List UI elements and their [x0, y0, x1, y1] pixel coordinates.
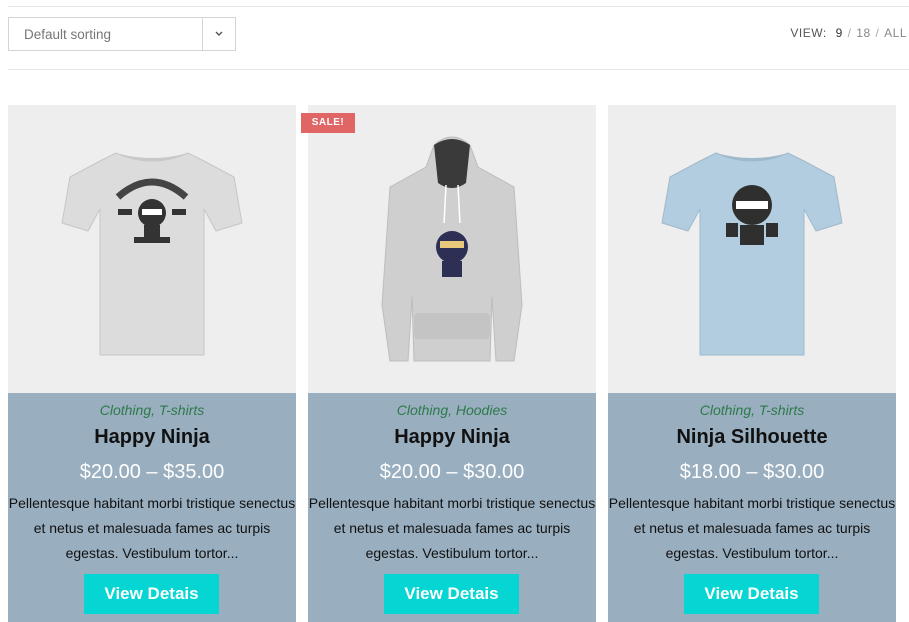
- view-count-selector: VIEW: 9 / 18 / ALL: [790, 26, 907, 40]
- product-description: Pellentesque habitant morbi tristique se…: [8, 495, 296, 561]
- product-price: $20.00 – $30.00: [379, 461, 525, 483]
- toolbar-divider: [8, 69, 909, 70]
- product-price: $20.00 – $35.00: [79, 461, 225, 483]
- blue-tshirt-icon: [661, 152, 843, 356]
- product-categories[interactable]: Clothing, Hoodies: [308, 403, 596, 417]
- product-categories[interactable]: Clothing, T-shirts: [608, 403, 896, 417]
- top-divider: [8, 6, 909, 7]
- product-card: Clothing, T-shirts Ninja Silhouette $18.…: [608, 105, 896, 622]
- product-categories[interactable]: Clothing, T-shirts: [8, 403, 296, 417]
- product-info: Clothing, T-shirts Happy Ninja $20.00 – …: [8, 393, 296, 622]
- hoodie-icon: [381, 136, 523, 362]
- view-option-18[interactable]: 18: [856, 26, 870, 40]
- view-option-9[interactable]: 9: [836, 26, 843, 40]
- product-description: Pellentesque habitant morbi tristique se…: [608, 495, 896, 561]
- product-image[interactable]: [608, 105, 896, 393]
- white-tshirt-icon: [61, 152, 243, 356]
- sort-select[interactable]: Default sorting: [8, 17, 236, 51]
- product-image[interactable]: [308, 105, 596, 393]
- product-title[interactable]: Happy Ninja: [308, 426, 596, 448]
- chevron-down-icon[interactable]: [203, 18, 235, 50]
- product-info: Clothing, T-shirts Ninja Silhouette $18.…: [608, 393, 896, 622]
- view-label: VIEW:: [790, 26, 827, 40]
- product-title[interactable]: Ninja Silhouette: [608, 426, 896, 448]
- product-description: Pellentesque habitant morbi tristique se…: [308, 495, 596, 561]
- view-details-button[interactable]: View Detais: [684, 574, 819, 614]
- product-card: Clothing, Hoodies Happy Ninja $20.00 – $…: [308, 105, 596, 622]
- view-details-button[interactable]: View Detais: [384, 574, 519, 614]
- sort-select-value: Default sorting: [24, 26, 112, 42]
- sale-badge: SALE!: [301, 113, 355, 133]
- product-info: Clothing, Hoodies Happy Ninja $20.00 – $…: [308, 393, 596, 622]
- product-price: $18.00 – $30.00: [679, 461, 825, 483]
- view-details-button[interactable]: View Detais: [84, 574, 219, 614]
- product-title[interactable]: Happy Ninja: [8, 426, 296, 448]
- view-option-all[interactable]: ALL: [884, 26, 907, 40]
- product-card: Clothing, T-shirts Happy Ninja $20.00 – …: [8, 105, 296, 622]
- product-image[interactable]: [8, 105, 296, 393]
